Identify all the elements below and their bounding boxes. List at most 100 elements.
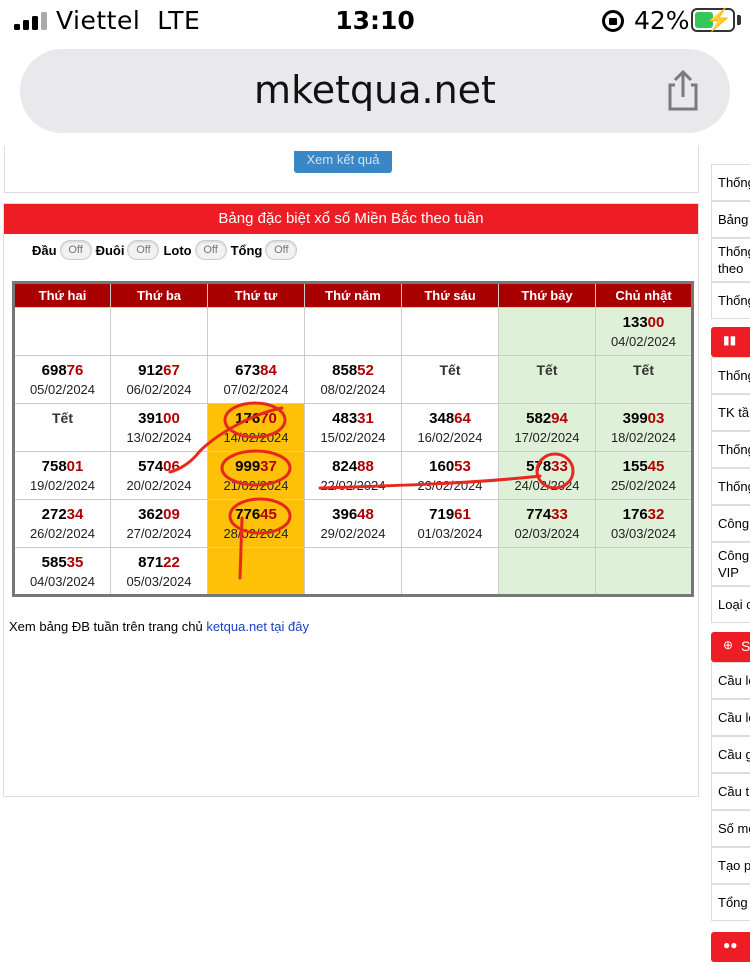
sidebar-link[interactable]: Công VIP <box>711 542 750 586</box>
table-header-row: Thứ hai Thứ ba Thứ tư Thứ năm Thứ sáu Thứ bảy… <box>13 282 693 308</box>
result-number: 87122 <box>111 554 207 574</box>
number-prefix: 582 <box>526 410 552 427</box>
toggle-tong[interactable]: Off <box>265 240 298 260</box>
sidebar-link[interactable]: Thống <box>711 468 750 505</box>
result-cell: 17632 03/03/2024 <box>595 499 693 548</box>
number-prefix: 871 <box>138 554 164 571</box>
number-prefix: 858 <box>332 362 358 379</box>
result-cell: 39903 18/02/2024 <box>595 403 693 452</box>
column-header: Thứ bảy <box>498 282 596 308</box>
result-cell <box>207 547 305 596</box>
result-number: 57833 <box>499 458 595 478</box>
number-last-two: 00 <box>163 410 180 427</box>
draw-date: 07/02/2024 <box>223 382 289 397</box>
sidebar-section-header: ●● <box>711 932 750 962</box>
sidebar-link[interactable]: Cầu t <box>711 773 750 810</box>
number-prefix: 578 <box>526 458 552 475</box>
result-number: 69876 <box>15 362 110 382</box>
result-number: 15545 <box>596 458 691 478</box>
number-prefix: 133 <box>622 314 648 331</box>
sidebar-link[interactable]: Loại c <box>711 586 750 623</box>
url-text[interactable]: mketqua.net <box>20 68 730 112</box>
result-number: 77645 <box>208 506 304 526</box>
result-cell: 13300 04/02/2024 <box>595 307 693 356</box>
toggle-label: Tổng <box>230 242 263 258</box>
draw-date: 24/02/2024 <box>514 478 580 493</box>
number-last-two: 70 <box>260 410 277 427</box>
right-sidebar: ThốngBảngThống theo ĐThống▮▮ThốngTK tầTh… <box>711 146 750 968</box>
sidebar-link[interactable]: Cầu lo <box>711 699 750 736</box>
number-last-two: 88 <box>357 458 374 475</box>
address-bar[interactable]: mketqua.net <box>20 49 730 133</box>
table-row: 13300 04/02/2024 <box>13 307 693 356</box>
draw-date: 29/02/2024 <box>320 526 386 541</box>
result-cell <box>304 307 402 356</box>
sidebar-link[interactable]: Thống <box>711 282 750 319</box>
sidebar-link[interactable]: Tổng <box>711 884 750 921</box>
share-icon[interactable] <box>665 69 701 111</box>
view-result-button[interactable]: Xem kết quả <box>294 151 392 173</box>
result-cell <box>207 307 305 356</box>
result-number: 91267 <box>111 362 207 382</box>
holiday-label: Tết <box>52 410 73 426</box>
number-last-two: 03 <box>647 410 665 427</box>
table-row: 75801 19/02/2024 57406 20/02/2024 99937 21/02… <box>13 451 693 500</box>
footnote: Xem bảng ĐB tuần trên trang chủ ketqua.n… <box>9 619 309 634</box>
result-cell <box>595 547 693 596</box>
sidebar-link[interactable]: Số mơ <box>711 810 750 847</box>
number-last-two: 45 <box>647 458 665 475</box>
sidebar-link[interactable]: Thống theo Đ <box>711 238 750 282</box>
number-prefix: 483 <box>332 410 358 427</box>
sidebar-link[interactable]: Thống <box>711 164 750 201</box>
number-last-two: 53 <box>454 458 471 475</box>
number-prefix: 824 <box>332 458 358 475</box>
sidebar-link[interactable]: Thống <box>711 357 750 394</box>
column-header: Thứ tư <box>207 282 305 308</box>
number-last-two: 64 <box>454 410 471 427</box>
toggle-duoi[interactable]: Off <box>127 240 160 260</box>
number-prefix: 391 <box>138 410 164 427</box>
sidebar-link[interactable]: Tạo p <box>711 847 750 884</box>
draw-date: 06/02/2024 <box>126 382 192 397</box>
draw-date: 25/02/2024 <box>610 478 677 493</box>
sidebar-link[interactable]: Thống <box>711 431 750 468</box>
sidebar-link[interactable]: Công <box>711 505 750 542</box>
footnote-link[interactable]: ketqua.net tại đây <box>206 619 309 634</box>
draw-date: 05/03/2024 <box>126 574 192 589</box>
draw-date: 08/02/2024 <box>320 382 386 397</box>
number-prefix: 176 <box>622 506 648 523</box>
draw-date: 14/02/2024 <box>223 430 289 445</box>
result-cell <box>401 307 499 356</box>
holiday-label: Tết <box>633 362 654 378</box>
result-box: Xem kết quả <box>4 146 699 193</box>
column-header: Thứ ba <box>110 282 208 308</box>
status-bar: Viettel LTE 13:10 42% ⚡ <box>0 0 750 44</box>
result-cell <box>13 307 111 356</box>
number-last-two: 06 <box>163 458 180 475</box>
result-cell: 77433 02/03/2024 <box>498 499 596 548</box>
users-icon: ●● <box>723 938 738 952</box>
sidebar-link[interactable]: TK tầ <box>711 394 750 431</box>
number-last-two: 76 <box>66 362 84 379</box>
number-prefix: 574 <box>138 458 164 475</box>
result-cell <box>498 307 596 356</box>
result-number: 17670 <box>208 410 304 430</box>
result-cell: Tết <box>498 355 596 404</box>
number-last-two: 33 <box>551 506 568 523</box>
table-row: 27234 26/02/2024 36209 27/02/2024 77645 28/02… <box>13 499 693 548</box>
draw-date: 20/02/2024 <box>126 478 192 493</box>
result-number: 71961 <box>402 506 498 526</box>
result-number: 75801 <box>15 458 110 478</box>
toggle-loto[interactable]: Off <box>194 240 227 260</box>
toggle-dau[interactable]: Off <box>59 240 92 260</box>
number-prefix: 698 <box>41 362 67 379</box>
draw-date: 23/02/2024 <box>417 478 483 493</box>
number-prefix: 362 <box>138 506 164 523</box>
sidebar-link[interactable]: Bảng <box>711 201 750 238</box>
table-row: 58535 04/03/2024 87122 05/03/2024 <box>13 547 693 596</box>
number-last-two: 45 <box>260 506 277 523</box>
sidebar-link[interactable]: Cầu lo <box>711 662 750 699</box>
number-last-two: 35 <box>66 554 84 571</box>
sidebar-link[interactable]: Cầu g <box>711 736 750 773</box>
result-cell: 57406 20/02/2024 <box>110 451 208 500</box>
